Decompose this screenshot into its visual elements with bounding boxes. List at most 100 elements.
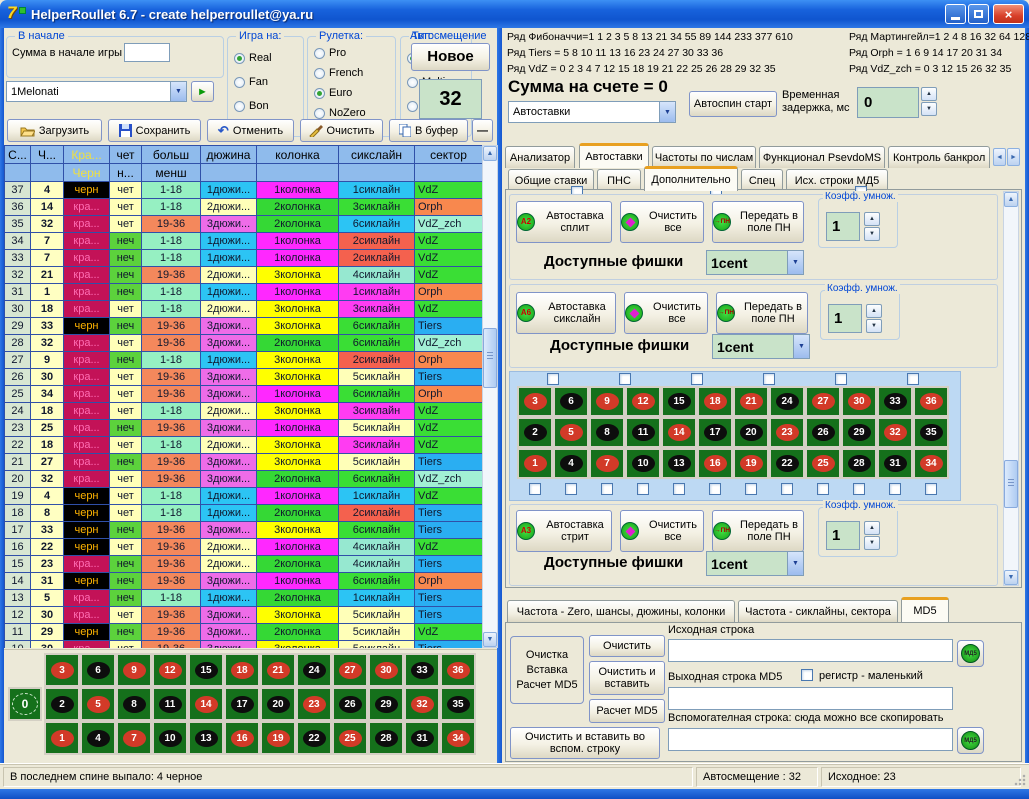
scrollbar-thumb[interactable] [483,328,497,388]
autostake-street-button[interactable]: A3 Автоставка стрит [516,510,612,552]
board-number-cell[interactable]: 11 [625,417,661,448]
undo-button[interactable]: ↶ Отменить [207,119,294,142]
autobets-combo[interactable]: Автоставки ▼ [508,101,676,123]
street-checkbox[interactable] [601,483,613,495]
board-number-cell[interactable]: 4 [80,721,116,755]
tab-scroll-arrows[interactable]: ◄► [993,148,1020,166]
spin-down-icon[interactable]: ▼ [866,319,882,333]
zero-cell[interactable]: 0 [8,687,42,721]
table-row[interactable]: 347кра...неч1-181дюжи...1колонка2сиклайн… [5,233,483,250]
table-row[interactable]: 2832кра...чет19-363дюжи...2колонка6сикла… [5,335,483,352]
tab-number-frequencies[interactable]: Частоты по числам [652,146,756,168]
table-row[interactable]: 1129черннеч19-363дюжи...2колонка5сиклайн… [5,624,483,641]
sixline-checkbox[interactable] [691,373,703,385]
street-checkbox[interactable] [565,483,577,495]
chevron-down-icon[interactable]: ▼ [170,82,186,101]
scroll-down-icon[interactable]: ▼ [483,632,497,647]
board-number-cell[interactable]: 8 [116,687,152,721]
header-parity[interactable]: чет [110,146,142,164]
header-color[interactable]: Кра... [64,146,110,164]
transfer-pn-button-3[interactable]: →ПН Передать в поле ПН [712,510,804,552]
street-checkbox[interactable] [745,483,757,495]
board-number-cell[interactable]: 15 [188,653,224,687]
street-checkbox[interactable] [853,483,865,495]
board-number-cell[interactable]: 20 [260,687,296,721]
table-row[interactable]: 1431черннеч19-363дюжи...1колонка6сиклайн… [5,573,483,590]
chips-combo-3[interactable]: 1cent ▼ [706,551,804,576]
street-checkbox[interactable] [889,483,901,495]
board-number-cell[interactable]: 10 [625,448,661,479]
spin-up-icon[interactable]: ▲ [864,212,880,226]
board-number-cell[interactable]: 24 [296,653,332,687]
tab-analyzer[interactable]: Анализатор [505,146,575,168]
radio-french[interactable]: French [314,67,363,79]
board-number-cell[interactable]: 26 [332,687,368,721]
chevron-down-icon[interactable]: ▼ [793,335,809,358]
board-number-cell[interactable]: 25 [332,721,368,755]
board-number-cell[interactable]: 6 [553,386,589,417]
delay-spinner[interactable]: ▲▼ [921,87,937,116]
transfer-pn-button-1[interactable]: →ПН Передать в поле ПН [712,201,804,243]
clear-all-button-3[interactable]: Очистить все [620,510,704,552]
table-row[interactable]: 2534кра...чет19-363дюжи...1колонка6сикла… [5,386,483,403]
board-number-cell[interactable]: 23 [296,687,332,721]
table-row[interactable]: 2127кра...неч19-363дюжи...3колонка5сикла… [5,454,483,471]
table-row[interactable]: 1230кра...чет19-363дюжи...3колонка5сикла… [5,607,483,624]
board-number-cell[interactable]: 15 [661,386,697,417]
board-number-cell[interactable]: 21 [733,386,769,417]
board-number-cell[interactable]: 22 [296,721,332,755]
board-number-cell[interactable]: 9 [589,386,625,417]
profile-combo[interactable]: 1Melonati ▼ [6,81,187,102]
radio-pro[interactable]: Pro [314,47,346,59]
board-number-cell[interactable]: 28 [368,721,404,755]
chevron-down-icon[interactable]: ▼ [787,251,803,274]
new-button[interactable]: Новое [411,43,490,71]
board-number-cell[interactable]: 14 [188,687,224,721]
spin-down-icon[interactable]: ▼ [864,227,880,241]
board-number-cell[interactable]: 18 [224,653,260,687]
tab-autobets[interactable]: Автоставки [579,143,649,168]
street-checkbox[interactable] [817,483,829,495]
scroll-up-icon[interactable]: ▲ [1004,192,1018,207]
header-dozen[interactable]: дюжина [201,146,257,164]
coef-spinner-1[interactable]: ▲▼ [864,212,880,241]
board-number-cell[interactable]: 35 [913,417,949,448]
board-number-cell[interactable]: 10 [152,721,188,755]
street-checkbox[interactable] [925,483,937,495]
board-number-cell[interactable]: 17 [224,687,260,721]
md5-clear-paste-button[interactable]: Очистить и вставить [589,661,665,695]
autostake-split-button[interactable]: A2 Автоставка сплит [516,201,612,243]
board-number-cell[interactable]: 35 [440,687,476,721]
board-number-cell[interactable]: 20 [733,417,769,448]
resize-grip[interactable] [1014,774,1026,786]
board-number-cell[interactable]: 12 [152,653,188,687]
md5-calc-icon-button-2[interactable]: МД5 [957,727,984,754]
board-number-cell[interactable]: 31 [877,448,913,479]
board-number-cell[interactable]: 33 [404,653,440,687]
table-row[interactable]: 2032кра...чет19-363дюжи...2колонка6сикла… [5,471,483,488]
sixline-checkbox[interactable] [619,373,631,385]
table-row[interactable]: 1523кра...неч19-362дюжи...2колонка4сикла… [5,556,483,573]
header-range[interactable]: больш [142,146,201,164]
street-checkbox[interactable] [781,483,793,495]
board-number-cell[interactable]: 27 [332,653,368,687]
board-number-cell[interactable]: 14 [661,417,697,448]
table-row[interactable]: 2630кра...чет19-363дюжи...3колонка5сикла… [5,369,483,386]
board-number-cell[interactable]: 18 [697,386,733,417]
board-number-cell[interactable]: 32 [404,687,440,721]
clear-button[interactable]: Очистить [300,119,383,142]
save-button[interactable]: Сохранить [108,119,201,142]
board-number-cell[interactable]: 28 [841,448,877,479]
md5-calc-button[interactable]: Расчет MD5 [589,699,665,723]
md5-calc-icon-button-1[interactable]: МД5 [957,640,984,667]
radio-real[interactable]: Real [234,52,272,64]
tab-md5[interactable]: MD5 [901,597,949,622]
header-parity-2[interactable]: н... [110,164,142,182]
board-number-cell[interactable]: 13 [188,721,224,755]
header-number[interactable]: Ч... [31,146,64,164]
chevron-down-icon[interactable]: ▼ [659,102,675,122]
street-checkbox[interactable] [637,483,649,495]
spin-down-icon[interactable]: ▼ [864,536,880,550]
collapse-button[interactable]: — [472,119,493,142]
board-number-cell[interactable]: 25 [805,448,841,479]
